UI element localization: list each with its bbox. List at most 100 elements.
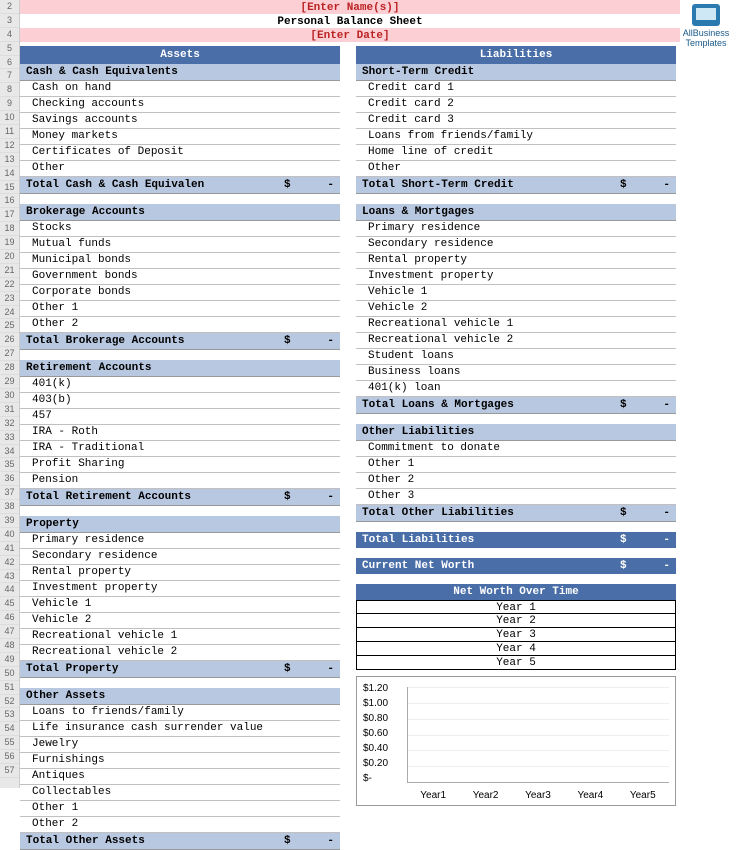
asset-line-item[interactable]: 403(b) xyxy=(20,393,340,409)
row-num: 25 xyxy=(0,319,19,333)
liability-subtotal: Total Short-Term Credit$- xyxy=(356,177,676,194)
liability-line-item[interactable]: Primary residence xyxy=(356,221,676,237)
row-num: 45 xyxy=(0,597,19,611)
asset-line-item[interactable]: Antiques xyxy=(20,769,340,785)
row-num: 6 xyxy=(0,56,19,70)
asset-line-item[interactable]: Corporate bonds xyxy=(20,285,340,301)
liability-line-item[interactable]: 401(k) loan xyxy=(356,381,676,397)
liability-line-item[interactable]: Other 3 xyxy=(356,489,676,505)
asset-line-item[interactable]: Furnishings xyxy=(20,753,340,769)
asset-line-item[interactable]: IRA - Traditional xyxy=(20,441,340,457)
liability-line-item[interactable]: Business loans xyxy=(356,365,676,381)
enter-date[interactable]: [Enter Date] xyxy=(20,28,680,42)
asset-line-item[interactable]: Government bonds xyxy=(20,269,340,285)
asset-line-item[interactable]: Other xyxy=(20,161,340,177)
asset-line-item[interactable]: Recreational vehicle 1 xyxy=(20,629,340,645)
row-num: 27 xyxy=(0,347,19,361)
asset-line-item[interactable]: Money markets xyxy=(20,129,340,145)
liability-line-item[interactable]: Other 1 xyxy=(356,457,676,473)
asset-line-item[interactable]: Mutual funds xyxy=(20,237,340,253)
asset-group-header: Other Assets xyxy=(20,688,340,705)
asset-line-item[interactable]: Other 2 xyxy=(20,317,340,333)
asset-line-item[interactable]: Savings accounts xyxy=(20,113,340,129)
row-num: 34 xyxy=(0,445,19,459)
asset-line-item[interactable]: Other 1 xyxy=(20,801,340,817)
row-num: 17 xyxy=(0,208,19,222)
liability-line-item[interactable]: Secondary residence xyxy=(356,237,676,253)
liability-line-item[interactable]: Rental property xyxy=(356,253,676,269)
liability-line-item[interactable]: Other xyxy=(356,161,676,177)
row-num: 56 xyxy=(0,750,19,764)
asset-line-item[interactable]: Loans to friends/family xyxy=(20,705,340,721)
liability-line-item[interactable]: Credit card 2 xyxy=(356,97,676,113)
row-num: 20 xyxy=(0,250,19,264)
assets-title: Assets xyxy=(20,46,340,64)
liability-line-item[interactable]: Vehicle 2 xyxy=(356,301,676,317)
asset-line-item[interactable]: 401(k) xyxy=(20,377,340,393)
asset-line-item[interactable]: Profit Sharing xyxy=(20,457,340,473)
chart-ytick: $0.80 xyxy=(363,713,388,728)
asset-line-item[interactable]: Vehicle 1 xyxy=(20,597,340,613)
asset-line-item[interactable]: Secondary residence xyxy=(20,549,340,565)
liability-group-header: Loans & Mortgages xyxy=(356,204,676,221)
row-num: 3 xyxy=(0,14,19,28)
row-num: 5 xyxy=(0,42,19,56)
asset-line-item[interactable]: Other 1 xyxy=(20,301,340,317)
liability-line-item[interactable]: Commitment to donate xyxy=(356,441,676,457)
asset-line-item[interactable]: Checking accounts xyxy=(20,97,340,113)
asset-line-item[interactable]: Stocks xyxy=(20,221,340,237)
liability-line-item[interactable]: Vehicle 1 xyxy=(356,285,676,301)
asset-line-item[interactable]: Vehicle 2 xyxy=(20,613,340,629)
asset-line-item[interactable]: Pension xyxy=(20,473,340,489)
liability-line-item[interactable]: Loans from friends/family xyxy=(356,129,676,145)
asset-line-item[interactable]: 457 xyxy=(20,409,340,425)
row-num: 54 xyxy=(0,722,19,736)
liability-line-item[interactable]: Credit card 1 xyxy=(356,81,676,97)
row-num: 11 xyxy=(0,125,19,139)
asset-line-item[interactable]: Rental property xyxy=(20,565,340,581)
row-num: 40 xyxy=(0,528,19,542)
liability-line-item[interactable]: Recreational vehicle 1 xyxy=(356,317,676,333)
liability-line-item[interactable]: Investment property xyxy=(356,269,676,285)
networth-year-row[interactable]: Year 3 xyxy=(356,628,676,642)
asset-line-item[interactable]: Cash on hand xyxy=(20,81,340,97)
asset-line-item[interactable]: IRA - Roth xyxy=(20,425,340,441)
liability-line-item[interactable]: Recreational vehicle 2 xyxy=(356,333,676,349)
asset-line-item[interactable]: Certificates of Deposit xyxy=(20,145,340,161)
row-num: 15 xyxy=(0,181,19,195)
row-num: 18 xyxy=(0,222,19,236)
asset-subtotal: Total Property$- xyxy=(20,661,340,678)
asset-line-item[interactable]: Primary residence xyxy=(20,533,340,549)
row-num: 10 xyxy=(0,111,19,125)
liability-line-item[interactable]: Other 2 xyxy=(356,473,676,489)
liability-line-item[interactable]: Credit card 3 xyxy=(356,113,676,129)
row-num: 51 xyxy=(0,681,19,695)
asset-line-item[interactable]: Municipal bonds xyxy=(20,253,340,269)
asset-line-item[interactable]: Other 2 xyxy=(20,817,340,833)
networth-year-row[interactable]: Year 2 xyxy=(356,614,676,628)
liability-line-item[interactable]: Home line of credit xyxy=(356,145,676,161)
row-num: 14 xyxy=(0,167,19,181)
networth-year-row[interactable]: Year 4 xyxy=(356,642,676,656)
enter-names[interactable]: [Enter Name(s)] xyxy=(20,0,680,14)
liability-line-item[interactable]: Student loans xyxy=(356,349,676,365)
chart-ytick: $0.20 xyxy=(363,758,388,773)
row-num: 26 xyxy=(0,333,19,347)
asset-group-header: Brokerage Accounts xyxy=(20,204,340,221)
row-num: 37 xyxy=(0,486,19,500)
liability-group-header: Other Liabilities xyxy=(356,424,676,441)
row-num: 33 xyxy=(0,431,19,445)
asset-line-item[interactable]: Investment property xyxy=(20,581,340,597)
row-num: 9 xyxy=(0,97,19,111)
asset-line-item[interactable]: Jewelry xyxy=(20,737,340,753)
row-num: 57 xyxy=(0,764,19,778)
networth-year-row[interactable]: Year 5 xyxy=(356,656,676,670)
asset-line-item[interactable]: Collectables xyxy=(20,785,340,801)
asset-line-item[interactable]: Life insurance cash surrender value xyxy=(20,721,340,737)
chart-ytick: $- xyxy=(363,773,388,788)
dollar-sign: $ xyxy=(620,534,650,546)
asset-line-item[interactable]: Recreational vehicle 2 xyxy=(20,645,340,661)
row-num: 39 xyxy=(0,514,19,528)
row-num: 43 xyxy=(0,570,19,584)
networth-year-row[interactable]: Year 1 xyxy=(356,600,676,614)
